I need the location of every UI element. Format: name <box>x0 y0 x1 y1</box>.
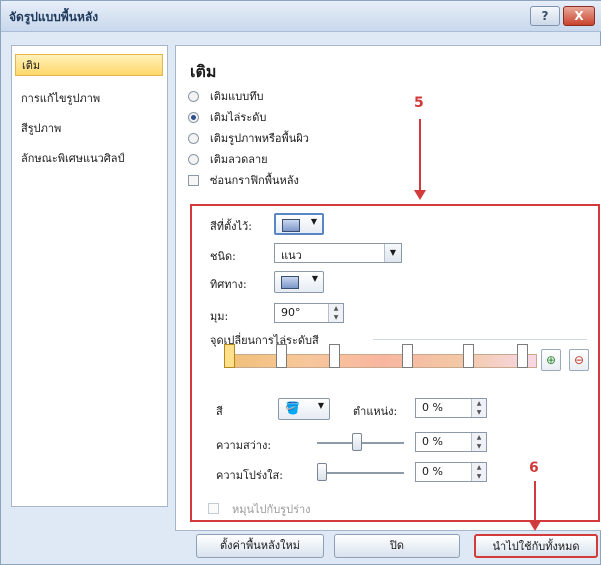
gradient-stop-4[interactable] <box>402 344 413 368</box>
transparency-spinner[interactable]: 0 % ▲ ▼ <box>415 462 487 482</box>
sidebar-item-artistic-effects[interactable]: ลักษณะพิเศษแนวศิลป์ <box>15 148 163 170</box>
brightness-value: 0 % <box>422 435 443 448</box>
radio-button[interactable] <box>188 154 199 165</box>
color-swatch <box>282 219 300 232</box>
panel-heading: เติม <box>190 62 217 81</box>
radio-button[interactable] <box>188 112 199 123</box>
direction-button[interactable]: ▼ <box>274 271 324 293</box>
radio-label: เติมรูปภาพหรือพื้นผิว <box>210 132 309 145</box>
paint-bucket-icon: 🪣 <box>285 401 300 415</box>
apply-to-all-button[interactable]: นำไปใช้กับทั้งหมด <box>474 534 598 558</box>
transparency-label: ความโปร่งใส: <box>216 469 283 482</box>
direction-preview-swatch <box>281 276 299 289</box>
sidebar-item-fill[interactable]: เติม <box>15 54 163 76</box>
angle-value: 90° <box>281 306 301 319</box>
transparency-value: 0 % <box>422 465 443 478</box>
remove-gradient-stop-icon[interactable]: ⊖ <box>569 349 589 371</box>
spin-arrows-icon[interactable]: ▲ ▼ <box>471 399 486 417</box>
hide-background-label: ซ่อนกราฟิกพื้นหลัง <box>210 174 299 187</box>
transparency-slider-thumb[interactable] <box>317 463 327 481</box>
preset-colors-button[interactable]: ▼ <box>274 213 324 235</box>
spin-arrows-icon[interactable]: ▲ ▼ <box>328 304 343 322</box>
reset-background-button[interactable]: ตั้งค่าพื้นหลังใหม่ <box>196 534 324 558</box>
brightness-label: ความสว่าง: <box>216 439 272 452</box>
radio-label: เติมไล่ระดับ <box>210 111 267 124</box>
gradient-stop-6[interactable] <box>517 344 528 368</box>
radio-label: เติมลวดลาย <box>210 153 268 166</box>
angle-spinner[interactable]: 90° ▲ ▼ <box>274 303 344 323</box>
radio-label: เติมแบบทึบ <box>210 90 264 103</box>
gradient-stop-5[interactable] <box>463 344 474 368</box>
close-window-button[interactable]: X <box>563 6 595 26</box>
spin-arrows-icon[interactable]: ▲ ▼ <box>471 433 486 451</box>
annotation-marker-6: 6 <box>529 460 539 476</box>
sidebar-item-picture-corrections[interactable]: การแก้ไขรูปภาพ <box>15 88 163 110</box>
category-sidebar: เติม การแก้ไขรูปภาพ สีรูปภาพ ลักษณะพิเศษ… <box>11 45 168 507</box>
dropdown-arrow-icon: ▼ <box>317 401 324 410</box>
type-label: ชนิด: <box>210 250 236 263</box>
dropdown-arrow-icon: ▼ <box>311 274 318 283</box>
close-button[interactable]: ปิด <box>334 534 460 558</box>
gradient-stop-1[interactable] <box>224 344 235 368</box>
annotation-arrow-5-head-icon <box>414 190 426 200</box>
position-spinner[interactable]: 0 % ▲ ▼ <box>415 398 487 418</box>
preset-colors-label: สีที่ตั้งไว้: <box>210 220 252 233</box>
hide-background-checkbox[interactable] <box>188 175 199 186</box>
dropdown-arrow-icon: ▼ <box>310 217 317 226</box>
gradient-stop-3[interactable] <box>329 344 340 368</box>
section-divider <box>373 339 587 340</box>
title-bar: จัดรูปแบบพื้นหลัง ? X <box>1 1 601 32</box>
dialog-title: จัดรูปแบบพื้นหลัง <box>9 10 99 24</box>
annotation-arrow-5-line <box>419 119 421 191</box>
radio-button[interactable] <box>188 91 199 102</box>
radio-button[interactable] <box>188 133 199 144</box>
brightness-spinner[interactable]: 0 % ▲ ▼ <box>415 432 487 452</box>
stop-color-button[interactable]: 🪣 ▼ <box>278 398 330 420</box>
spin-arrows-icon[interactable]: ▲ ▼ <box>471 463 486 481</box>
transparency-slider-track[interactable] <box>317 472 404 474</box>
help-button[interactable]: ? <box>530 6 560 26</box>
type-value: แนว <box>281 249 302 262</box>
add-gradient-stop-icon[interactable]: ⊕ <box>541 349 561 371</box>
annotation-arrow-6-line <box>534 481 536 523</box>
position-label: ตำแหน่ง: <box>353 405 398 418</box>
angle-label: มุม: <box>210 310 229 323</box>
annotation-arrow-6-head-icon <box>529 521 541 531</box>
chevron-down-icon: ▼ <box>384 244 401 262</box>
brightness-slider-thumb[interactable] <box>352 433 362 451</box>
gradient-stop-2[interactable] <box>276 344 287 368</box>
annotation-marker-5: 5 <box>414 95 424 111</box>
sidebar-item-picture-color[interactable]: สีรูปภาพ <box>15 118 163 140</box>
rotate-with-shape-label: หมุนไปกับรูปร่าง <box>232 503 311 516</box>
rotate-with-shape-checkbox[interactable] <box>208 503 219 514</box>
direction-label: ทิศทาง: <box>210 278 247 291</box>
color-label: สี <box>216 405 223 418</box>
format-background-dialog: จัดรูปแบบพื้นหลัง ? X เติม การแก้ไขรูปภา… <box>0 0 601 565</box>
type-dropdown[interactable]: แนว ▼ <box>274 243 402 263</box>
position-value: 0 % <box>422 401 443 414</box>
